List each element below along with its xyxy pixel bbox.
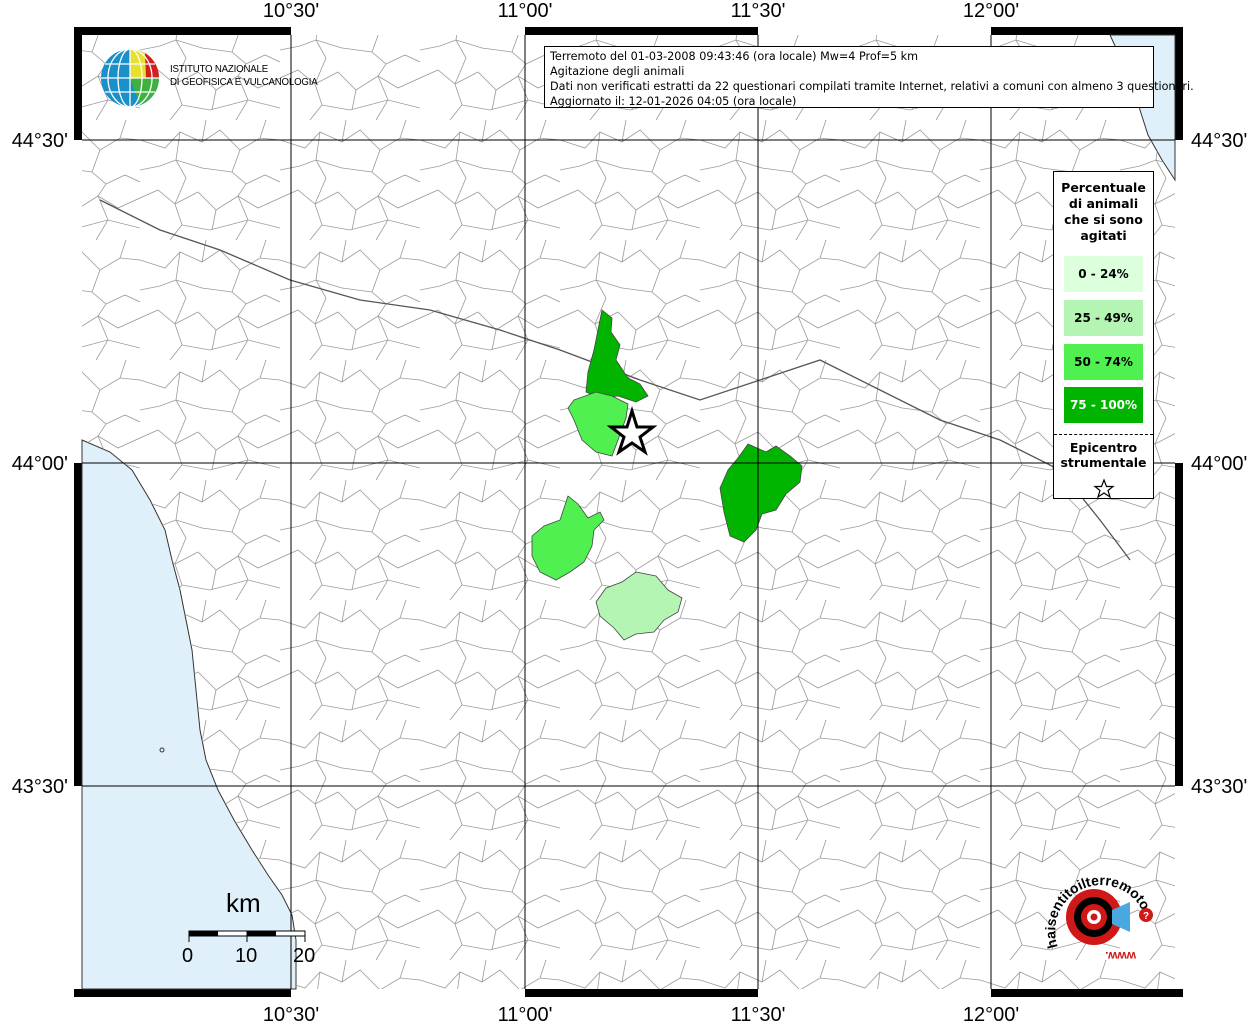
- legend-class-1: 0 - 24%: [1064, 256, 1143, 292]
- legend-title-line: che si sono: [1064, 212, 1143, 227]
- scale-tick-0: 0: [182, 945, 194, 967]
- event-info-box: Terremoto del 01-03-2008 09:43:46 (ora l…: [544, 46, 1194, 108]
- lon-label-bottom-3: 11°30': [731, 1004, 786, 1024]
- lon-label-top-1: 10°30': [263, 0, 319, 22]
- svg-text:?: ?: [1143, 911, 1149, 922]
- legend-epicenter-line: Epicentro: [1069, 440, 1138, 455]
- scale-tick-10: 10: [235, 945, 258, 967]
- legend-class-3: 50 - 74%: [1064, 344, 1143, 380]
- legend-title: Percentuale di animali che si sono agita…: [1054, 180, 1153, 244]
- data-note: Dati non verificati estratti da 22 quest…: [550, 80, 1194, 93]
- lat-label-left-2: 44°00': [12, 453, 68, 475]
- legend-epicenter-label: Epicentro strumentale: [1054, 440, 1153, 470]
- lat-label-left-1: 44°30': [12, 130, 68, 152]
- legend-class-4: 75 - 100%: [1064, 387, 1143, 423]
- lat-label-right-1: 44°30': [1191, 130, 1247, 152]
- lon-label-bottom-2: 11°00': [498, 1004, 553, 1024]
- legend: Percentuale di animali che si sono agita…: [1053, 171, 1154, 499]
- ingv-logo: ISTITUTO NAZIONALE DI GEOFISICA E VULCAN…: [100, 47, 318, 109]
- lon-label-bottom-4: 12°00': [963, 1004, 1019, 1024]
- svg-text:www.: www.: [1105, 949, 1137, 963]
- ingv-name-line2: DI GEOFISICA E VULCANOLOGIA: [170, 76, 318, 88]
- event-title: Terremoto del 01-03-2008 09:43:46 (ora l…: [550, 50, 919, 63]
- legend-separator: [1054, 434, 1153, 435]
- map-subject: Agitazione degli animali: [550, 65, 685, 78]
- lon-label-top-3: 11°30': [731, 0, 786, 22]
- legend-title-line: agitati: [1080, 228, 1127, 243]
- legend-title-line: Percentuale: [1061, 180, 1146, 195]
- legend-class-2: 25 - 49%: [1064, 300, 1143, 336]
- lon-label-top-4: 12°00': [963, 0, 1019, 22]
- haisentito-logo: haisentitoilterremoto.it ? www.: [1010, 833, 1160, 972]
- haisentito-logo-icon: haisentitoilterremoto.it ? www.: [1010, 833, 1156, 963]
- lat-label-right-3: 43°30': [1191, 776, 1247, 798]
- lat-label-right-2: 44°00': [1191, 453, 1247, 475]
- scale-tick-20: 20: [293, 945, 316, 967]
- legend-title-line: di animali: [1068, 196, 1139, 211]
- update-time: Aggiornato il: 12-01-2026 04:05 (ora loc…: [550, 95, 797, 108]
- legend-epicenter-line: strumentale: [1060, 455, 1147, 470]
- globe-icon: [101, 48, 160, 108]
- lat-label-left-3: 43°30': [12, 776, 68, 798]
- lon-label-top-2: 11°00': [498, 0, 553, 22]
- ingv-name-line1: ISTITUTO NAZIONALE: [170, 63, 268, 75]
- scale-unit: km: [226, 888, 261, 918]
- lon-label-bottom-1: 10°30': [263, 1004, 319, 1024]
- legend-star-icon: [1093, 478, 1115, 499]
